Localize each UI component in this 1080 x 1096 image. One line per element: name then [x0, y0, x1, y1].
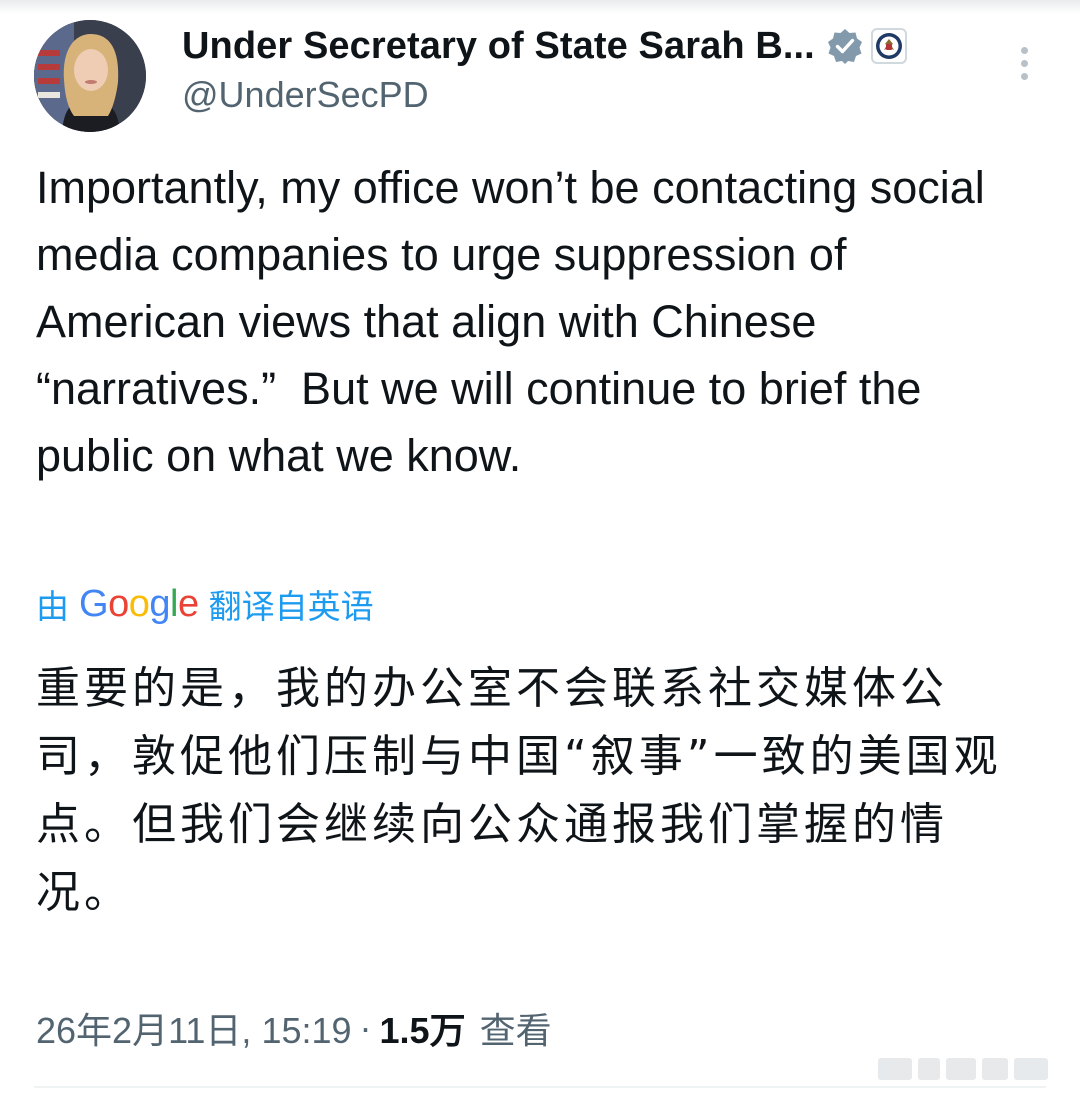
tweet-meta: 26年2月11日, 15:19 · 1.5万 查看 — [36, 1003, 552, 1053]
author-handle[interactable]: @UnderSecPD — [182, 74, 429, 116]
views-label: 查看 — [479, 1010, 552, 1051]
tweet-timestamp[interactable]: 26年2月11日, 15:19 — [36, 1002, 352, 1054]
translated-text: 重要的是，我的办公室不会联系社交媒体公司，敦促他们压制与中国“叙事”一致的美国观… — [36, 663, 1002, 918]
watermark — [878, 1058, 1048, 1084]
author-display-name[interactable]: Under Secretary of State Sarah B... — [182, 25, 815, 68]
more-vertical-icon[interactable] — [1010, 42, 1038, 86]
translated-by-line[interactable]: 由 Google 翻译自英语 — [36, 578, 374, 630]
divider — [34, 1086, 1046, 1088]
author-row: Under Secretary of State Sarah B... — [182, 22, 907, 70]
state-department-seal-icon[interactable] — [870, 28, 907, 64]
top-edge-shadow — [0, 0, 1080, 14]
views-count: 1.5万 — [379, 1010, 466, 1051]
translation-suffix: 翻译自英语 — [208, 588, 374, 625]
meta-separator: · — [359, 1007, 372, 1048]
tweet-text: Importantly, my office won’t be contacti… — [36, 162, 998, 481]
avatar[interactable] — [34, 20, 146, 132]
translation-prefix: 由 — [36, 588, 69, 625]
verified-badge-icon[interactable] — [827, 28, 863, 64]
google-logo: Google — [79, 582, 199, 625]
